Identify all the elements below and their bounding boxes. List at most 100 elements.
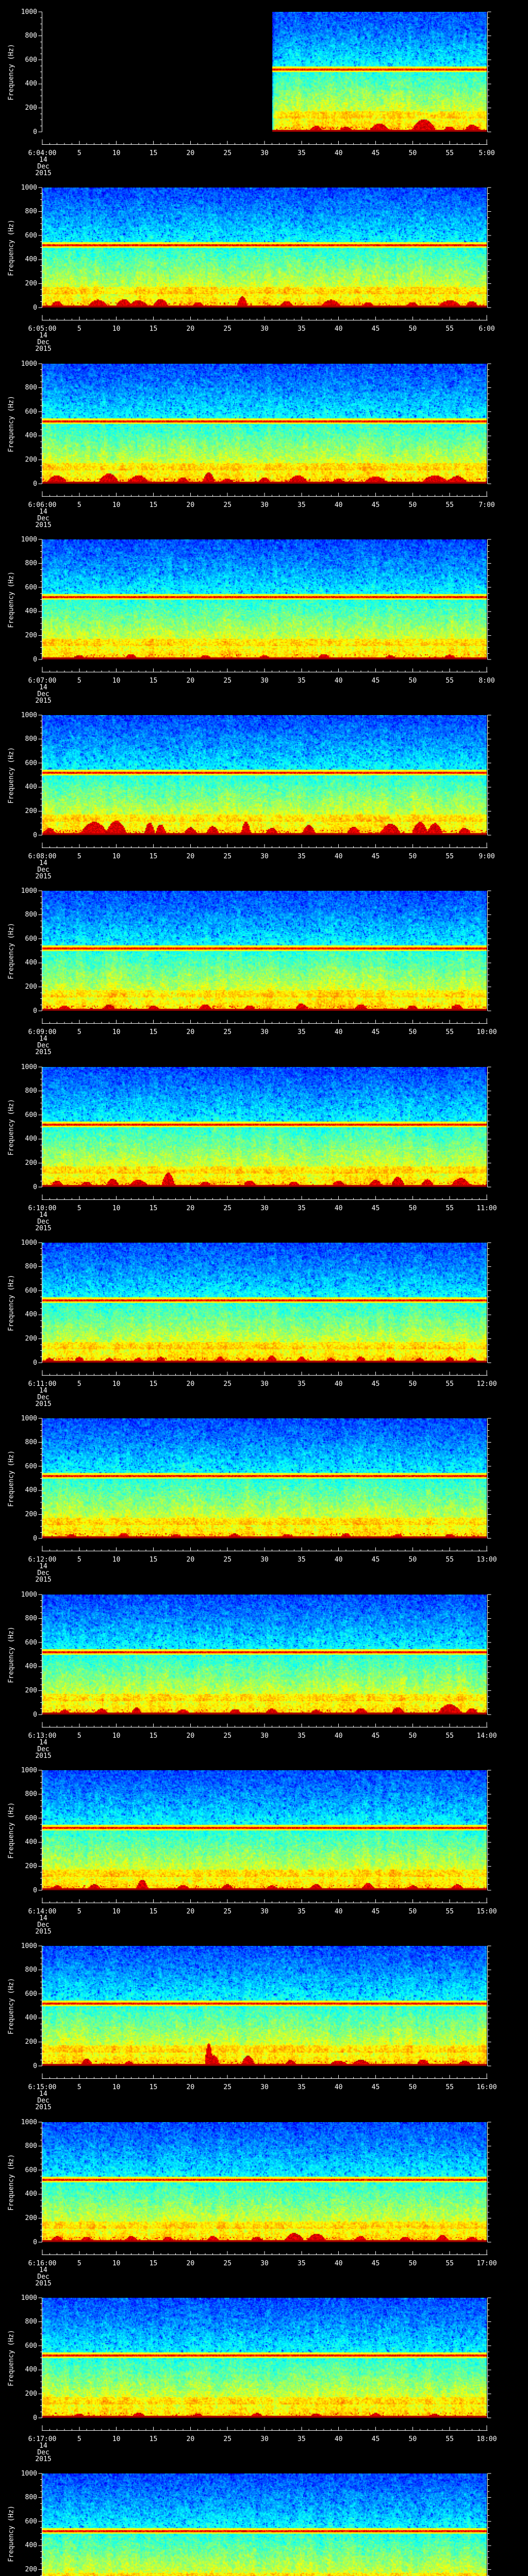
x-end-time-label: 11:00 (476, 1205, 497, 1212)
x-tick-label: 55 (446, 853, 454, 860)
y-axis-title: Frequency (Hz) (7, 1098, 15, 1156)
x-tick-label: 35 (298, 1028, 306, 1036)
y-tick-label: 200 (25, 1686, 37, 1694)
y-tick-label: 0 (33, 128, 37, 136)
x-tick-label: 35 (298, 501, 306, 509)
y-tick-label: 1000 (21, 8, 37, 16)
y-tick-label: 0 (33, 1886, 37, 1894)
x-tick-label: 50 (408, 2260, 417, 2267)
y-tick-label: 400 (25, 607, 37, 616)
x-tick-label: 35 (298, 2083, 306, 2091)
axis-ticks (38, 1066, 491, 1200)
x-tick-label: 5 (77, 2083, 81, 2091)
axis-ticks (38, 715, 491, 848)
x-tick-label: 15 (149, 2083, 158, 2091)
x-tick-label: 25 (223, 2435, 232, 2443)
y-tick-label: 200 (25, 1862, 37, 1870)
y-tick-label: 0 (33, 480, 37, 488)
y-tick-label: 400 (25, 2014, 37, 2022)
x-end-time-label: 17:00 (476, 2260, 497, 2267)
y-tick-label: 600 (25, 231, 37, 240)
x-tick-label: 40 (334, 1205, 343, 1212)
y-tick-label: 200 (25, 1510, 37, 1518)
x-tick-label: 15 (149, 501, 158, 509)
x-tick-label: 55 (446, 2260, 454, 2267)
axis-ticks (38, 1418, 491, 1551)
x-tick-label: 45 (371, 1732, 380, 1740)
y-tick-label: 1000 (21, 535, 37, 544)
x-tick-label: 15 (149, 2435, 158, 2443)
y-tick-label: 600 (25, 935, 37, 943)
x-tick-label: 20 (186, 2260, 195, 2267)
x-tick-label: 45 (371, 2083, 380, 2091)
y-tick-label: 0 (33, 1534, 37, 1543)
y-tick-label: 400 (25, 959, 37, 967)
y-tick-label: 200 (25, 1334, 37, 1343)
y-tick-label: 0 (33, 1183, 37, 1191)
y-tick-label: 1000 (21, 2294, 37, 2302)
y-tick-label: 600 (25, 56, 37, 64)
x-tick-label: 55 (446, 149, 454, 157)
y-tick-label: 600 (25, 583, 37, 591)
spectrogram-panel: Frequency (Hz)020040060080010006:18:0051… (0, 2462, 528, 2576)
x-tick-label: 15 (149, 149, 158, 157)
x-tick-label: 25 (223, 2083, 232, 2091)
x-tick-label: 45 (371, 2260, 380, 2267)
x-tick-label: 20 (186, 325, 195, 333)
y-axis-title: Frequency (Hz) (7, 1977, 15, 2035)
x-tick-label: 50 (408, 677, 417, 685)
spectrogram-panel: Frequency (Hz) 0 200 400 600 800 1000 6:16:00 5 1… (0, 2110, 528, 2287)
x-tick-label: 40 (334, 325, 343, 333)
y-tick-label: 0 (33, 655, 37, 664)
y-tick-label: 400 (25, 783, 37, 791)
x-tick-label: 35 (298, 1556, 306, 1564)
x-tick-label: 35 (298, 677, 306, 685)
y-tick-label: 200 (25, 455, 37, 464)
x-tick-label: 50 (408, 1908, 417, 1916)
x-tick-label: 55 (446, 677, 454, 685)
y-tick-label: 800 (25, 1790, 37, 1799)
x-end-time-label: 16:00 (476, 2083, 497, 2091)
y-tick-label: 800 (25, 735, 37, 743)
spectrogram-panel: Frequency (Hz) 0 200 400 600 800 1000 6:11:00 5 1… (0, 1231, 528, 1408)
y-tick-label: 400 (25, 2366, 37, 2374)
spectrogram-panel: Frequency (Hz) 0 200 400 600 800 1000 6:09:00 5 1… (0, 879, 528, 1056)
x-tick-label: 25 (223, 1908, 232, 1916)
x-tick-label: 50 (408, 2083, 417, 2091)
spectrogram-strip-figure: Frequency (Hz) 0 200 400 600 800 1000 6:04:00 5 1… (0, 0, 528, 2576)
x-tick-label: 5 (77, 325, 81, 333)
x-tick-label: 45 (371, 1028, 380, 1036)
y-tick-label: 400 (25, 1135, 37, 1143)
y-tick-label: 600 (25, 1990, 37, 1998)
y-tick-label: 0 (33, 2414, 37, 2422)
x-end-time-label: 10:00 (476, 1028, 497, 1036)
x-end-time-label: 5:00 (478, 149, 495, 157)
x-tick-label: 55 (446, 1556, 454, 1564)
y-axis-title: Frequency (Hz) (7, 571, 15, 628)
x-tick-label: 45 (371, 2435, 380, 2443)
y-axis-title: Frequency (Hz) (7, 395, 15, 452)
x-tick-label: 15 (149, 1205, 158, 1212)
x-end-time-label: 9:00 (478, 853, 495, 860)
spectrogram-panel: Frequency (Hz) 0 200 400 600 800 1000 6:13:00 5 1… (0, 1583, 528, 1760)
y-tick-label: 400 (25, 1486, 37, 1495)
y-tick-label: 200 (25, 2214, 37, 2222)
x-end-time-label: 18:00 (476, 2435, 497, 2443)
y-axis-title: Frequency (Hz) (7, 1626, 15, 1683)
y-tick-label: 1000 (21, 1590, 37, 1599)
x-tick-label: 35 (298, 1380, 306, 1388)
x-tick-label: 15 (149, 2260, 158, 2267)
x-tick-label: 20 (186, 1028, 195, 1036)
y-tick-label: 800 (25, 911, 37, 919)
y-axis-title: Frequency (Hz) (7, 43, 15, 100)
x-tick-label: 25 (223, 1380, 232, 1388)
x-tick-label: 10 (112, 2435, 121, 2443)
y-tick-label: 1000 (21, 1239, 37, 1247)
x-tick-label: 20 (186, 501, 195, 509)
y-tick-label: 800 (25, 2494, 37, 2502)
x-tick-label: 55 (446, 501, 454, 509)
x-tick-label: 40 (334, 853, 343, 860)
y-tick-label: 1000 (21, 1414, 37, 1422)
x-tick-label: 30 (260, 501, 269, 509)
spectrogram-panel: Frequency (Hz) 0 200 400 600 800 1000 6:17:00 5 1… (0, 2286, 528, 2463)
